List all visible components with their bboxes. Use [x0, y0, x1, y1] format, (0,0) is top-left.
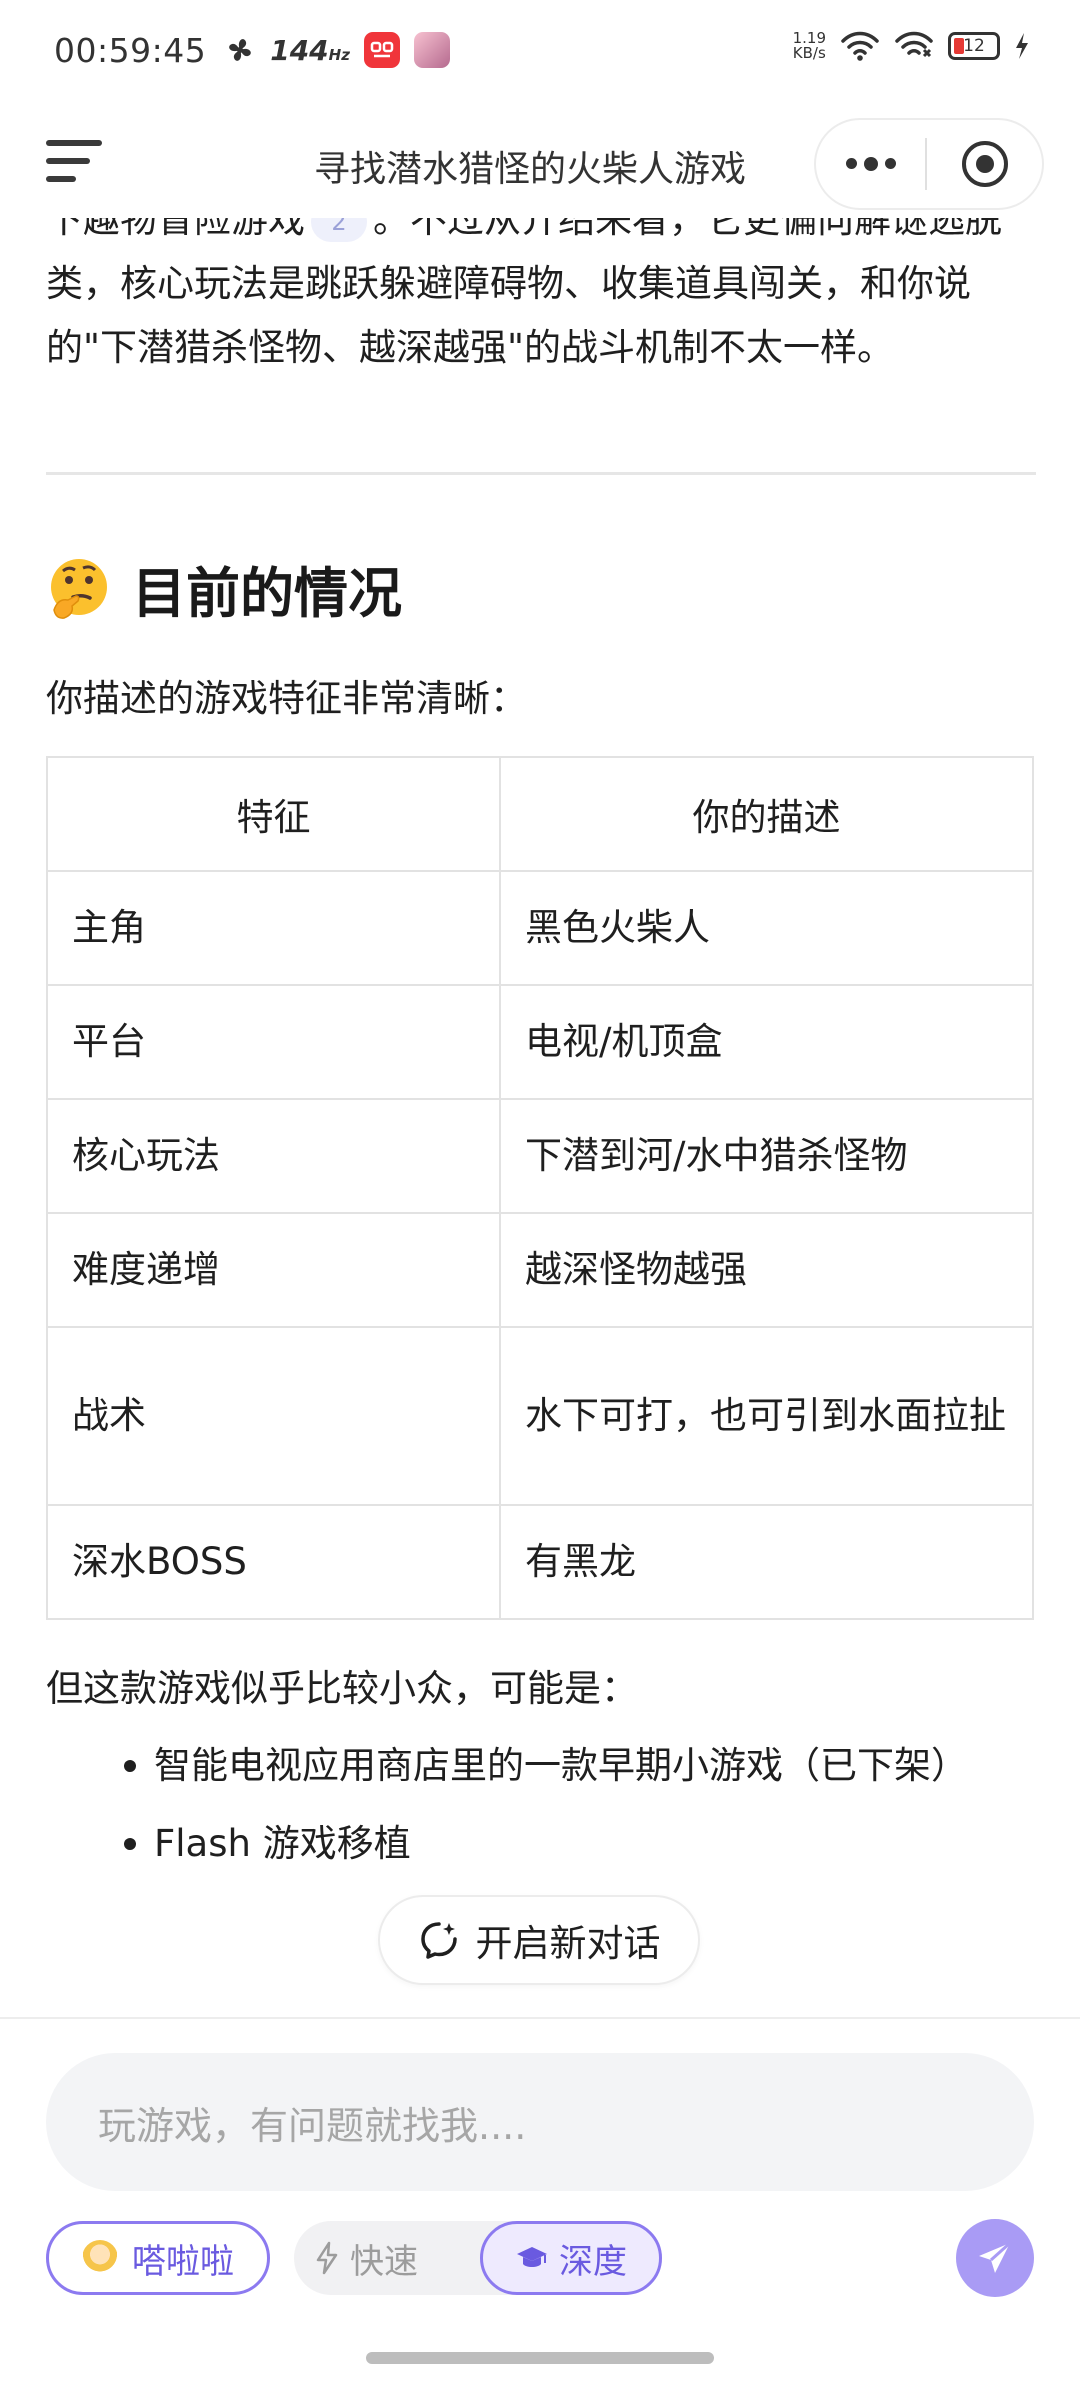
composer-toolbar: 嗒啦啦 快速 深度: [46, 2219, 1034, 2297]
message-input[interactable]: 玩游戏，有问题就找我....: [46, 2053, 1034, 2191]
table-cell: 主角: [46, 870, 501, 986]
wifi-icon: [841, 31, 879, 61]
answer-text-part-1: 下趣物冒险游戏: [46, 218, 305, 241]
answer-text-part-2: 。不过从介绍来看，它更偏向解谜: [373, 218, 928, 241]
status-bar: 00:59:45 144Hz 1.19 KB/s 12: [0, 0, 1080, 100]
top-app-bar: 寻找潜水猎怪的火柴人游戏: [0, 110, 1080, 220]
mode-deep-button[interactable]: 深度: [480, 2221, 662, 2295]
table-cell: 水下可打，也可引到水面拉扯: [499, 1326, 1034, 1506]
table-cell: 越深怪物越强: [499, 1212, 1034, 1328]
intro-text: 你描述的游戏特征非常清晰：: [46, 677, 527, 720]
chat-message-content: 下趣物冒险游戏 2 。不过从介绍来看，它更偏向解谜逃脱类，核心玩法是跳跃躲避障碍物、…: [46, 218, 1036, 2018]
agent-selector-button[interactable]: 嗒啦啦: [46, 2221, 270, 2295]
table-cell: 平台: [46, 984, 501, 1100]
citation-badge[interactable]: 2: [311, 218, 367, 242]
more-dot-icon: [845, 157, 857, 169]
answer-paragraph: 下趣物冒险游戏 2 。不过从介绍来看，它更偏向解谜逃脱类，核心玩法是跳跃躲避障碍物、…: [46, 218, 1036, 380]
home-indicator[interactable]: [366, 2352, 714, 2364]
table-cell: 深水BOSS: [46, 1504, 501, 1620]
composer-divider: [0, 2017, 1080, 2019]
mode-toggle: 快速 深度: [294, 2221, 662, 2295]
close-miniapp-button[interactable]: [927, 141, 1042, 187]
table-cell: 核心玩法: [46, 1098, 501, 1214]
mode-fast-label: 快速: [350, 2241, 418, 2282]
charging-icon: [1016, 33, 1028, 59]
refresh-rate-unit: Hz: [328, 45, 350, 64]
table-row: 主角 黑色火柴人: [46, 870, 1034, 986]
new-chat-label: 开启新对话: [475, 1922, 661, 1965]
battery-icon: 12: [948, 32, 1000, 60]
refresh-rate: 144Hz: [270, 34, 350, 67]
lightning-icon: [316, 2241, 338, 2275]
battery-percent: 12: [963, 36, 985, 56]
table-row: 平台 电视/机顶盒: [46, 984, 1034, 1100]
more-options-button[interactable]: [816, 156, 925, 171]
new-chat-button[interactable]: 开启新对话: [378, 1895, 700, 1985]
status-left-icons: 144Hz: [224, 32, 450, 68]
table-header-cell: 特征: [46, 756, 501, 872]
wifi-secondary-icon: [895, 31, 933, 58]
target-circle-icon: [961, 141, 1008, 187]
table-row: 深水BOSS 有黑龙: [46, 1504, 1034, 1620]
net-speed: 1.19 KB/s: [793, 31, 826, 61]
agent-avatar-icon: [82, 2240, 118, 2276]
header-actions: [814, 118, 1044, 210]
table-header-row: 特征 你的描述: [46, 756, 1034, 872]
list-item: 智能电视应用商店里的一款早期小游戏（已下架）: [124, 1734, 1036, 1798]
features-table: 特征 你的描述 主角 黑色火柴人 平台 电视/机顶盒 核心玩法 下潜到河/水中猎…: [46, 756, 1034, 1620]
table-header-cell: 你的描述: [499, 756, 1034, 872]
mode-fast-button[interactable]: 快速: [314, 2221, 418, 2295]
graduation-cap-icon: [517, 2247, 547, 2267]
target-circle-dot: [975, 155, 994, 173]
send-icon: [979, 2241, 1012, 2273]
new-chat-icon: [420, 1922, 457, 1959]
net-speed-unit: KB/s: [792, 44, 826, 62]
message-input-placeholder: 玩游戏，有问题就找我....: [98, 2103, 527, 2148]
status-time: 00:59:45: [54, 30, 207, 70]
table-cell: 下潜到河/水中猎杀怪物: [499, 1098, 1034, 1214]
table-cell: 有黑龙: [499, 1504, 1034, 1620]
table-row: 核心玩法 下潜到河/水中猎杀怪物: [46, 1098, 1034, 1214]
more-dot-icon: [884, 157, 896, 169]
more-dot-icon: [863, 156, 878, 171]
table-row: 战术 水下可打，也可引到水面拉扯: [46, 1326, 1034, 1506]
table-cell: 黑色火柴人: [499, 870, 1034, 986]
page-title-text: 寻找潜水猎怪的火柴人游戏: [313, 149, 746, 190]
mode-deep-label: 深度: [559, 2241, 627, 2282]
section-divider: [46, 472, 1036, 475]
possibility-list: 智能电视应用商店里的一款早期小游戏（已下架） Flash 游戏移植: [46, 1734, 1036, 1876]
status-right-icons: 1.19 KB/s 12: [793, 30, 1030, 62]
list-item: Flash 游戏移植: [124, 1812, 1036, 1876]
table-cell: 难度递增: [46, 1212, 501, 1328]
section-heading: 目前的情况: [46, 549, 1036, 628]
table-row: 难度递增 越深怪物越强: [46, 1212, 1034, 1328]
avatar-app-icon: [413, 32, 450, 68]
video-app-icon: [363, 32, 400, 68]
thinking-face-icon: [51, 558, 107, 619]
agent-name: 嗒啦啦: [132, 2241, 234, 2282]
table-cell: 战术: [46, 1326, 501, 1506]
send-button[interactable]: [956, 2219, 1034, 2297]
refresh-rate-value: 144: [270, 33, 329, 67]
table-cell: 电视/机顶盒: [499, 984, 1034, 1100]
after-table-text: 但这款游戏似乎比较小众，可能是：: [46, 1667, 638, 1710]
section-heading-text: 目前的情况: [132, 562, 402, 625]
fan-icon: [229, 39, 252, 61]
